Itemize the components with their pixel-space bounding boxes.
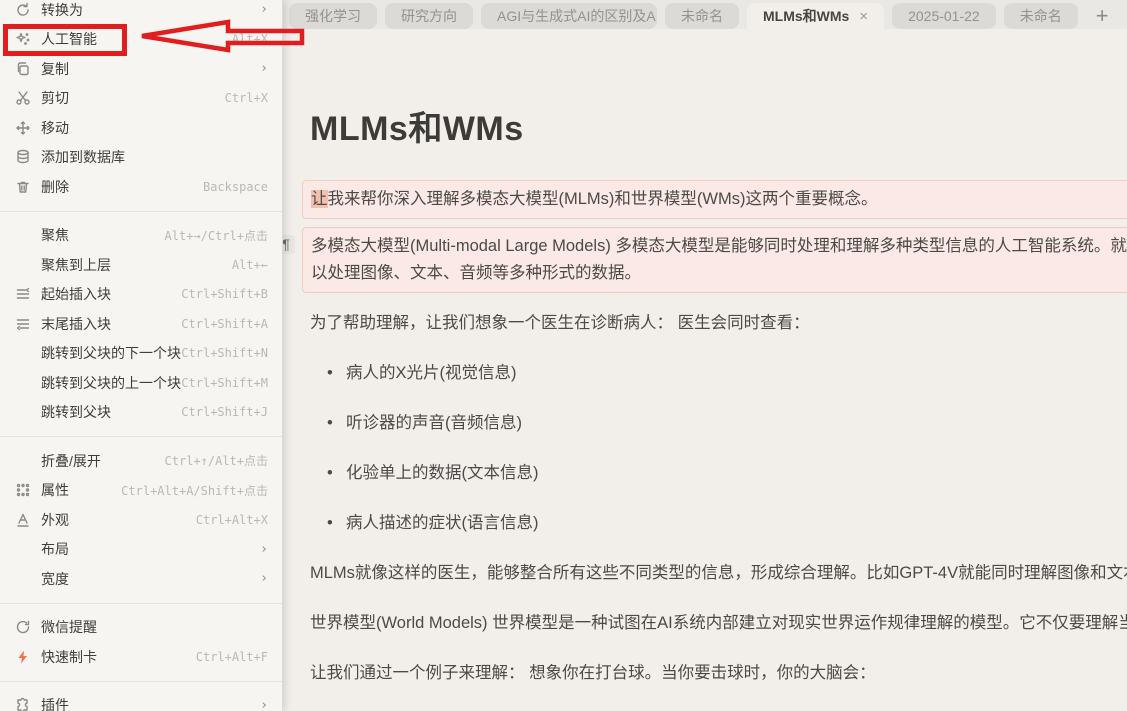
menu-item-jump-parent-next[interactable]: 跳转到父块的下一个块 Ctrl+Shift+N [0, 339, 282, 369]
plugin-icon [14, 697, 31, 711]
tab-untitled-2[interactable]: 未命名 [1004, 3, 1078, 29]
insert-before-icon [14, 286, 31, 303]
menu-separator [0, 211, 282, 212]
menu-item-focus[interactable]: 聚焦 Alt+→/Ctrl+点击 [0, 221, 282, 251]
bullet-item-symptoms[interactable]: • 病人描述的症状(语言信息) [310, 504, 1127, 543]
menu-item-attributes[interactable]: 属性 Ctrl+Alt+A/Shift+点击 [0, 476, 282, 506]
wechat-reminder-icon [14, 619, 31, 636]
menu-item-add-to-database[interactable]: 添加到数据库 [0, 143, 282, 173]
paragraph-gutter-icon[interactable]: ¶ [283, 235, 295, 254]
copy-icon [14, 60, 31, 77]
paragraph-wm-definition[interactable]: 世界模型(World Models) 世界模型是一种试图在AI系统内部建立对现实… [310, 604, 1127, 643]
tab-untitled-1[interactable]: 未命名 [665, 3, 739, 29]
document-body: MLMs和WMs 让我来帮你深入理解多模态大模型(MLMs)和世界模型(WMs)… [283, 29, 1127, 711]
menu-item-insert-block-end[interactable]: 末尾插入块 Ctrl+Shift+A [0, 309, 282, 339]
menu-separator [0, 603, 282, 604]
menu-item-cut[interactable]: 剪切 Ctrl+X [0, 84, 282, 114]
paragraph-doctor-analogy[interactable]: 为了帮助理解，让我们想象一个医生在诊断病人： 医生会同时查看： [310, 304, 1127, 343]
tab-reinforcement-learning[interactable]: 强化学习 [289, 3, 377, 29]
attributes-icon [14, 482, 31, 499]
lightning-icon [14, 648, 31, 665]
menu-item-width[interactable]: 宽度 › [0, 564, 282, 594]
paragraph-billiards-example[interactable]: 让我们通过一个例子来理解： 想象你在打台球。当你要击球时，你的大脑会： [310, 654, 1127, 693]
bullet-marker: • [310, 410, 346, 437]
tab-close-icon[interactable]: × [859, 8, 868, 25]
page-title[interactable]: MLMs和WMs [310, 101, 1127, 150]
menu-item-move[interactable]: 移动 [0, 113, 282, 143]
bullet-marker: • [310, 510, 346, 537]
tab-research-direction[interactable]: 研究方向 [385, 3, 473, 29]
text-selection: 让 [311, 190, 328, 208]
bullet-item-labdata[interactable]: • 化验单上的数据(文本信息) [310, 454, 1127, 493]
menu-separator [0, 681, 282, 682]
paragraph-block-intro[interactable]: 让我来帮你深入理解多模态大模型(MLMs)和世界模型(WMs)这两个重要概念。 [302, 180, 1127, 219]
cut-icon [14, 90, 31, 107]
menu-item-jump-parent[interactable]: 跳转到父块 Ctrl+Shift+J [0, 398, 282, 428]
trash-icon [14, 178, 31, 195]
block-context-menu: 转换为 › 人工智能 Alt+X 复制 › 剪切 Ctrl+X 移动 添加到数据… [0, 0, 283, 711]
menu-item-layout[interactable]: 布局 › [0, 535, 282, 565]
menu-item-ai[interactable]: 人工智能 Alt+X [0, 25, 282, 55]
insert-after-icon [14, 315, 31, 332]
appearance-icon [14, 511, 31, 528]
paragraph-mlm-summary[interactable]: MLMs就像这样的医生，能够整合所有这些不同类型的信息，形成综合理解。比如GPT… [310, 554, 1127, 593]
tab-bar: 强化学习 研究方向 AGI与生成式AI的区别及A 未命名 MLMs和WMs × … [283, 0, 1127, 29]
menu-item-plugins[interactable]: 插件 › [0, 691, 282, 711]
tab-agi-vs-genai[interactable]: AGI与生成式AI的区别及A [481, 3, 657, 29]
menu-item-wechat-reminder[interactable]: 微信提醒 [0, 613, 282, 643]
menu-item-appearance[interactable]: 外观 Ctrl+Alt+X [0, 505, 282, 535]
convert-icon [14, 1, 31, 18]
new-tab-button[interactable]: + [1086, 3, 1119, 29]
ai-sparkles-icon [14, 31, 31, 48]
menu-item-insert-block-start[interactable]: 起始插入块 Ctrl+Shift+B [0, 280, 282, 310]
move-icon [14, 119, 31, 136]
paragraph-block-mlm-definition[interactable]: ¶ 多模态大模型(Multi-modal Large Models) 多模态大模… [302, 227, 1127, 293]
menu-item-focus-parent[interactable]: 聚焦到上层 Alt+← [0, 250, 282, 280]
tab-2025-01-22[interactable]: 2025-01-22 [892, 3, 996, 29]
bullet-marker: • [310, 460, 346, 487]
menu-item-copy[interactable]: 复制 › [0, 54, 282, 84]
bullet-item-stethoscope[interactable]: • 听诊器的声音(音频信息) [310, 404, 1127, 443]
menu-item-fold-unfold[interactable]: 折叠/展开 Ctrl+↑/Alt+点击 [0, 446, 282, 476]
bullet-marker: • [310, 360, 346, 387]
menu-item-delete[interactable]: 删除 Backspace [0, 172, 282, 202]
menu-item-convert[interactable]: 转换为 › [0, 0, 282, 25]
menu-item-quick-flashcard[interactable]: 快速制卡 Ctrl+Alt+F [0, 642, 282, 672]
editor-pane: 强化学习 研究方向 AGI与生成式AI的区别及A 未命名 MLMs和WMs × … [283, 0, 1127, 711]
bullet-item-xray[interactable]: • 病人的X光片(视觉信息) [310, 354, 1127, 393]
numbered-item-1[interactable]: 1. 理解当前球的位置(当前状态) [310, 704, 1127, 711]
database-icon [14, 149, 31, 166]
menu-item-jump-parent-prev[interactable]: 跳转到父块的上一个块 Ctrl+Shift+M [0, 368, 282, 398]
tab-mlms-and-wms[interactable]: MLMs和WMs × [747, 3, 884, 29]
menu-separator [0, 436, 282, 437]
